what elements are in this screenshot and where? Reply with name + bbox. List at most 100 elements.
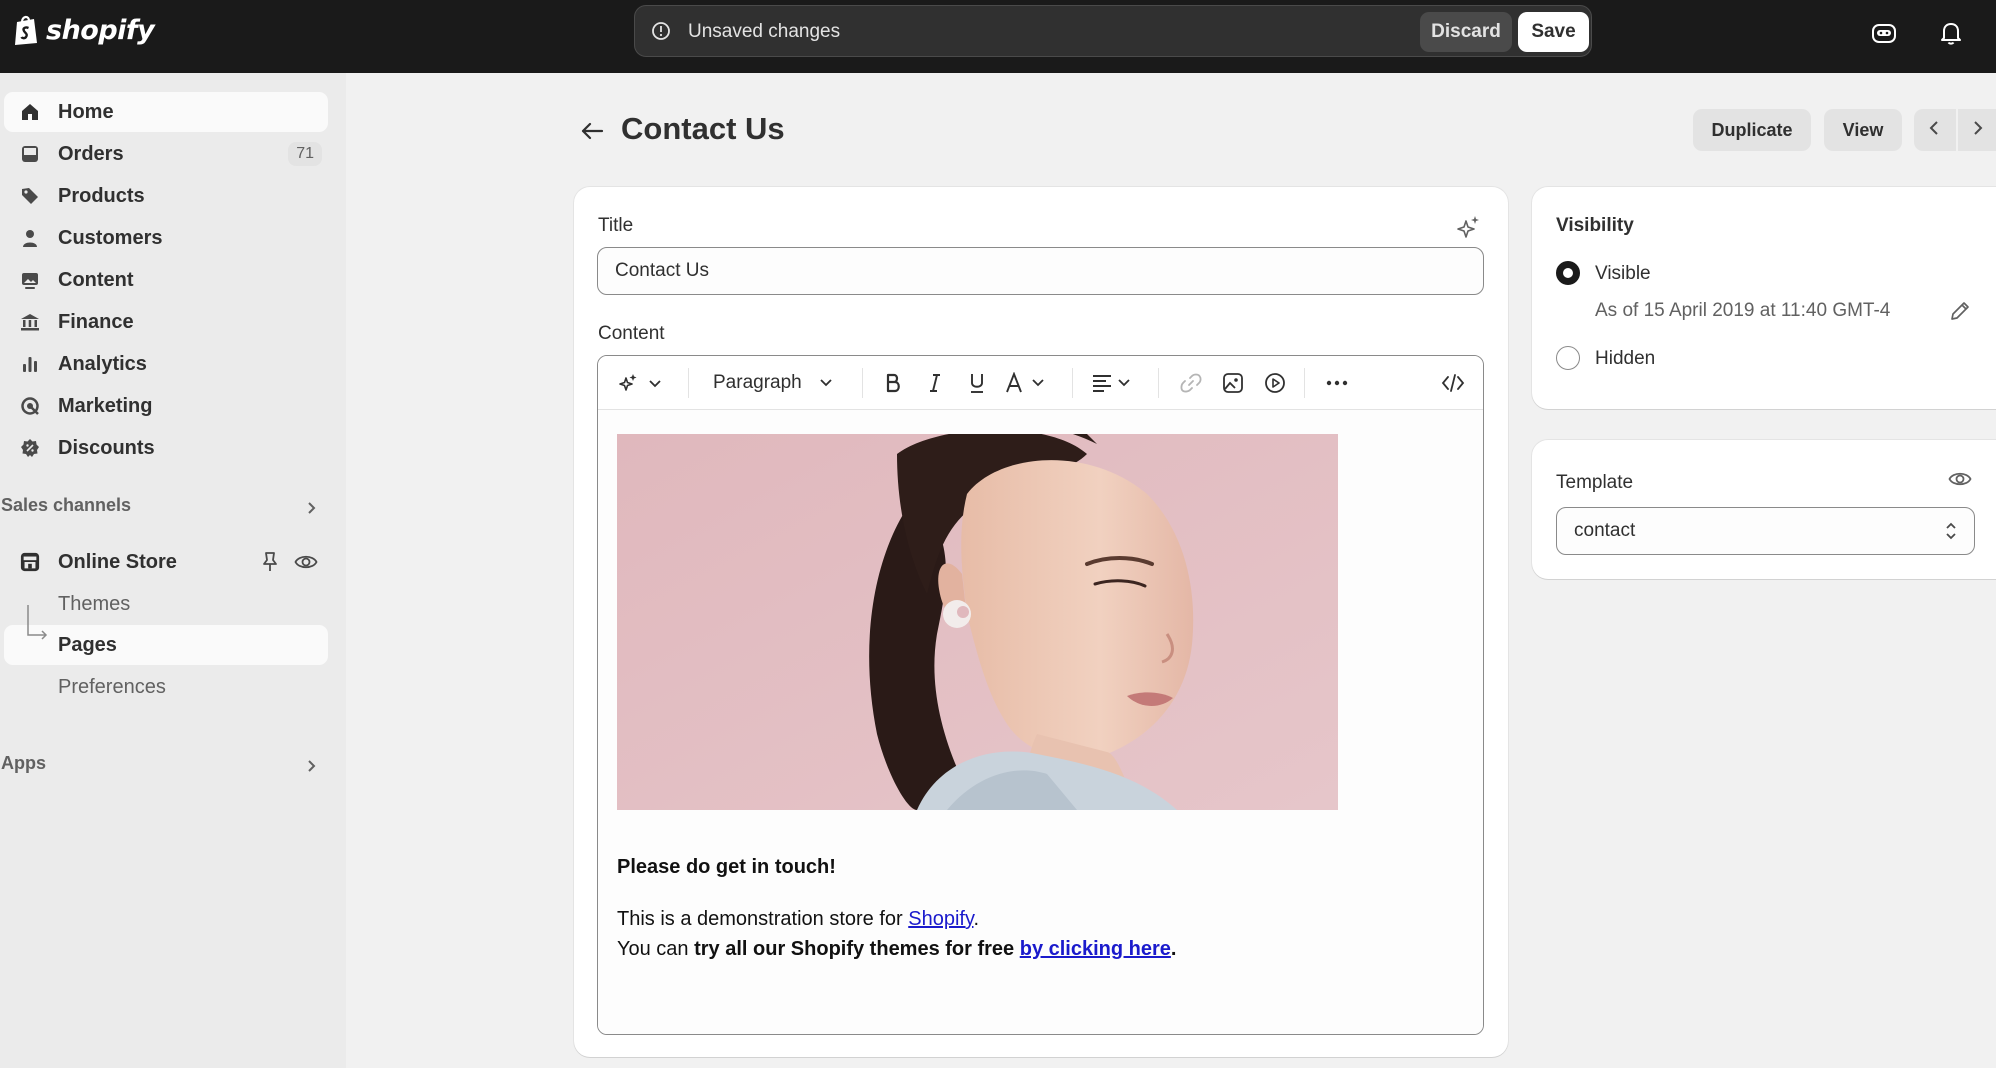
- line1-prefix: This is a demonstration store for: [617, 908, 909, 930]
- apps-label: Apps: [1, 753, 46, 773]
- link-icon[interactable]: [1176, 369, 1206, 397]
- discard-button[interactable]: Discard: [1420, 12, 1512, 52]
- image-stack-icon: [20, 270, 40, 290]
- line1-suffix: .: [973, 908, 980, 930]
- clicking-here-link[interactable]: by clicking here: [1020, 938, 1171, 960]
- unsaved-changes-bar: Unsaved changes Discard Save: [634, 5, 1592, 57]
- visibility-date-text: As of 15 April 2019 at 11:40 GMT-4: [1595, 300, 1891, 321]
- chevron-right-icon: [1970, 120, 1984, 141]
- chevron-down-icon: [818, 375, 834, 396]
- select-chevron-icon: [1944, 520, 1958, 548]
- sidebar: Home Orders 71 Products Customers Conten…: [0, 73, 346, 1068]
- tree-connector-icon: [26, 605, 52, 650]
- title-input[interactable]: Contact Us: [597, 247, 1484, 295]
- line2-bold-text: try all our Shopify themes for free: [694, 938, 1020, 960]
- hidden-radio[interactable]: [1556, 346, 1580, 370]
- chevron-right-icon: [304, 759, 318, 778]
- sidebar-item-products[interactable]: Products: [4, 176, 328, 216]
- editor-body[interactable]: Please do get in touch! This is a demons…: [598, 410, 1483, 1034]
- toolbar-divider: [1158, 368, 1159, 398]
- line2-suffix: .: [1170, 938, 1177, 960]
- line2-prefix: You can: [617, 938, 695, 960]
- sidebar-item-label: Home: [58, 100, 114, 123]
- shopify-logo[interactable]: shopify: [14, 14, 155, 46]
- content-line-2: You can try all our Shopify themes for f…: [617, 938, 1176, 961]
- woman-portrait-image: [617, 434, 1338, 810]
- bar-chart-icon: [20, 354, 40, 374]
- template-select[interactable]: contact: [1556, 507, 1975, 555]
- toolbar-divider: [688, 368, 689, 398]
- sidebar-item-discounts[interactable]: Discounts: [4, 428, 328, 468]
- logo-text: shopify: [46, 14, 155, 46]
- paragraph-style-label: Paragraph: [713, 372, 802, 393]
- sales-channels-header[interactable]: Sales channels: [0, 493, 328, 533]
- template-title: Template: [1556, 472, 1634, 493]
- chevron-right-icon: [304, 501, 318, 520]
- sidebar-item-online-store[interactable]: Online Store: [4, 542, 328, 582]
- tag-icon: [20, 186, 40, 206]
- italic-icon[interactable]: [920, 369, 950, 397]
- target-icon: [20, 396, 40, 416]
- top-bar: shopify Unsaved changes Discard Save: [0, 0, 1996, 73]
- sidebar-item-finance[interactable]: Finance: [4, 302, 328, 342]
- duplicate-button[interactable]: Duplicate: [1693, 109, 1811, 151]
- visibility-title: Visibility: [1556, 215, 1634, 236]
- template-select-value: contact: [1574, 520, 1636, 541]
- insert-video-icon[interactable]: [1260, 369, 1290, 397]
- text-color-dropdown[interactable]: [1004, 369, 1050, 397]
- assistant-icon[interactable]: [1869, 18, 1899, 48]
- apps-header[interactable]: Apps: [0, 751, 328, 791]
- eye-icon[interactable]: [294, 552, 318, 577]
- sidebar-item-home[interactable]: Home: [4, 92, 328, 132]
- alignment-dropdown[interactable]: [1090, 369, 1136, 397]
- sidebar-item-label: Analytics: [58, 352, 147, 375]
- visible-label: Visible: [1595, 263, 1651, 284]
- view-button[interactable]: View: [1824, 109, 1902, 151]
- save-button[interactable]: Save: [1518, 12, 1589, 52]
- preview-eye-icon[interactable]: [1948, 469, 1972, 494]
- sidebar-item-content[interactable]: Content: [4, 260, 328, 300]
- toolbar-divider: [1072, 368, 1073, 398]
- ai-generate-dropdown[interactable]: [616, 369, 668, 397]
- sidebar-item-analytics[interactable]: Analytics: [4, 344, 328, 384]
- sidebar-item-label: Products: [58, 184, 145, 207]
- sidebar-item-label: Finance: [58, 310, 134, 333]
- sidebar-subitem-label: Pages: [58, 633, 117, 656]
- hidden-label: Hidden: [1595, 348, 1656, 369]
- chevron-left-icon: [1928, 120, 1942, 141]
- paragraph-style-dropdown[interactable]: Paragraph: [702, 369, 842, 397]
- alert-circle-icon: [651, 21, 671, 46]
- sidebar-subitem-pages[interactable]: Pages: [4, 605, 328, 665]
- visible-radio-option[interactable]: Visible: [1556, 259, 1956, 289]
- more-options-icon[interactable]: [1322, 369, 1352, 397]
- rich-text-editor[interactable]: Paragraph Please do get in touch! This i…: [597, 355, 1484, 1035]
- hidden-radio-option[interactable]: Hidden: [1556, 344, 1956, 374]
- sidebar-subitem-label: Themes: [58, 592, 131, 615]
- home-icon: [20, 102, 40, 122]
- magic-sparkle-icon[interactable]: [1457, 215, 1481, 244]
- insert-image-icon[interactable]: [1218, 369, 1248, 397]
- sidebar-item-label: Customers: [58, 226, 163, 249]
- bold-icon[interactable]: [878, 369, 908, 397]
- next-page-button[interactable]: [1958, 109, 1996, 151]
- store-icon: [20, 552, 40, 572]
- bank-icon: [20, 312, 40, 332]
- bell-icon[interactable]: [1936, 18, 1966, 48]
- sales-channels-label: Sales channels: [1, 495, 132, 515]
- sidebar-subitem-themes[interactable]: Themes: [4, 584, 328, 624]
- title-label: Title: [598, 215, 634, 236]
- code-view-icon[interactable]: [1438, 369, 1468, 397]
- sidebar-item-label: Online Store: [58, 550, 177, 573]
- previous-page-button[interactable]: [1914, 109, 1956, 151]
- sidebar-item-orders[interactable]: Orders 71: [4, 134, 328, 174]
- sidebar-subitem-preferences[interactable]: Preferences: [4, 667, 328, 707]
- back-arrow-icon[interactable]: [580, 114, 608, 148]
- orders-count-badge: 71: [288, 142, 322, 166]
- pin-icon[interactable]: [260, 551, 280, 578]
- sidebar-item-marketing[interactable]: Marketing: [4, 386, 328, 426]
- underline-icon[interactable]: [962, 369, 992, 397]
- visible-radio[interactable]: [1556, 261, 1580, 285]
- edit-pencil-icon[interactable]: [1949, 300, 1971, 327]
- shopify-link[interactable]: Shopify: [908, 908, 973, 930]
- sidebar-item-customers[interactable]: Customers: [4, 218, 328, 258]
